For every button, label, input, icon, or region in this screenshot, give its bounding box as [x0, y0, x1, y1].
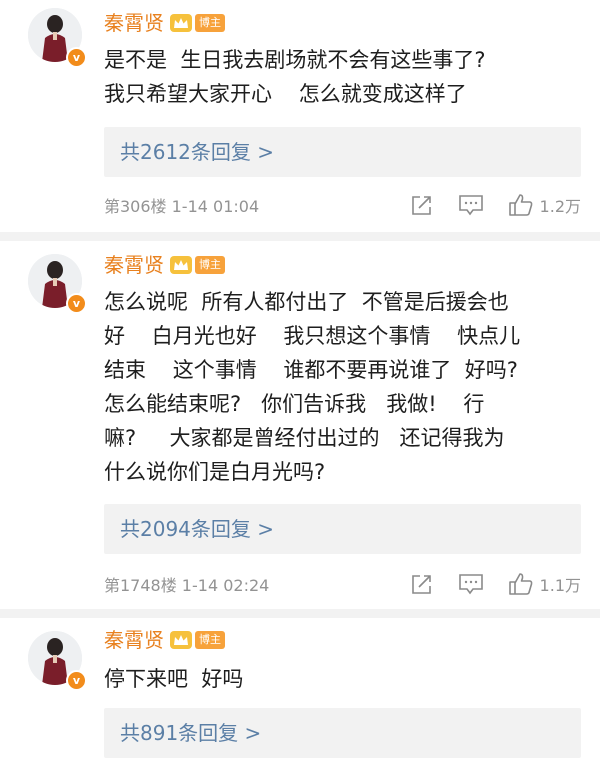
divider [0, 609, 600, 618]
like-button[interactable]: 1.1万 [508, 572, 581, 596]
author-tag: 博主 [195, 631, 225, 649]
comment-line: 嘛? 大家都是曾经付出过的 还记得我为 [104, 426, 505, 450]
view-replies-link[interactable]: 共2094条回复 > [120, 504, 274, 554]
comment-text: 是不是 生日我去剧场就不会有这些事了? 我只希望大家开心 怎么就变成这样了 [104, 43, 574, 111]
comment-meta: 第1748楼 1-14 02:24 1.1万 [104, 570, 581, 598]
comment-line: 怎么能结束呢? 你们告诉我 我做! 行 [104, 392, 485, 416]
reply-box[interactable]: 共891条回复 > [104, 708, 581, 758]
verified-badge-icon: v [66, 293, 87, 314]
author-name[interactable]: 秦霄贤 [104, 252, 164, 278]
share-button[interactable] [410, 194, 434, 216]
share-button[interactable] [410, 573, 434, 595]
comment-line: 好 白月光也好 我只想这个事情 快点儿 [104, 324, 521, 348]
floor-time: 第306楼 1-14 01:04 [104, 197, 260, 216]
comment-icon [458, 195, 483, 216]
comment-line: 结束 这个事情 谁都不要再说谁了 好吗? [104, 358, 518, 382]
share-icon [411, 196, 431, 215]
share-icon [411, 575, 431, 594]
crown-icon [170, 256, 192, 274]
author-row: 秦霄贤 博主 [104, 627, 225, 653]
comment-button[interactable] [458, 573, 484, 595]
like-count: 1.2万 [539, 197, 581, 216]
comment-text: 怎么说呢 所有人都付出了 不管是后援会也 好 白月光也好 我只想这个事情 快点儿… [104, 285, 574, 489]
author-row: 秦霄贤 博主 [104, 10, 225, 36]
like-button[interactable]: 1.2万 [508, 193, 581, 217]
like-count: 1.1万 [539, 576, 581, 595]
view-replies-link[interactable]: 共2612条回复 > [120, 127, 274, 177]
reply-box[interactable]: 共2094条回复 > [104, 504, 581, 554]
crown-icon [170, 14, 192, 32]
like-icon [508, 194, 532, 216]
comment-line: 停下来吧 好吗 [104, 667, 244, 691]
verified-badge-icon: v [66, 47, 87, 68]
comment-line: 是不是 生日我去剧场就不会有这些事了? [104, 48, 486, 72]
comment-actions: 1.1万 [386, 570, 581, 598]
crown-icon [170, 631, 192, 649]
view-replies-link[interactable]: 共891条回复 > [120, 708, 261, 758]
comment-actions: 1.2万 [386, 191, 581, 219]
author-name[interactable]: 秦霄贤 [104, 10, 164, 36]
author-tag: 博主 [195, 14, 225, 32]
like-icon [508, 573, 532, 595]
comment-line: 我只希望大家开心 怎么就变成这样了 [104, 82, 467, 106]
comment-button[interactable] [458, 194, 484, 216]
comment-line: 什么说你们是白月光吗? [104, 460, 326, 484]
reply-box[interactable]: 共2612条回复 > [104, 127, 581, 177]
floor-time: 第1748楼 1-14 02:24 [104, 576, 270, 595]
comment-meta: 第306楼 1-14 01:04 1.2万 [104, 191, 581, 219]
verified-badge-icon: v [66, 670, 87, 691]
comment-line: 怎么说呢 所有人都付出了 不管是后援会也 [104, 290, 509, 314]
author-name[interactable]: 秦霄贤 [104, 627, 164, 653]
author-row: 秦霄贤 博主 [104, 252, 225, 278]
comment-icon [458, 574, 483, 595]
author-tag: 博主 [195, 256, 225, 274]
comment-text: 停下来吧 好吗 [104, 662, 574, 696]
divider [0, 232, 600, 241]
